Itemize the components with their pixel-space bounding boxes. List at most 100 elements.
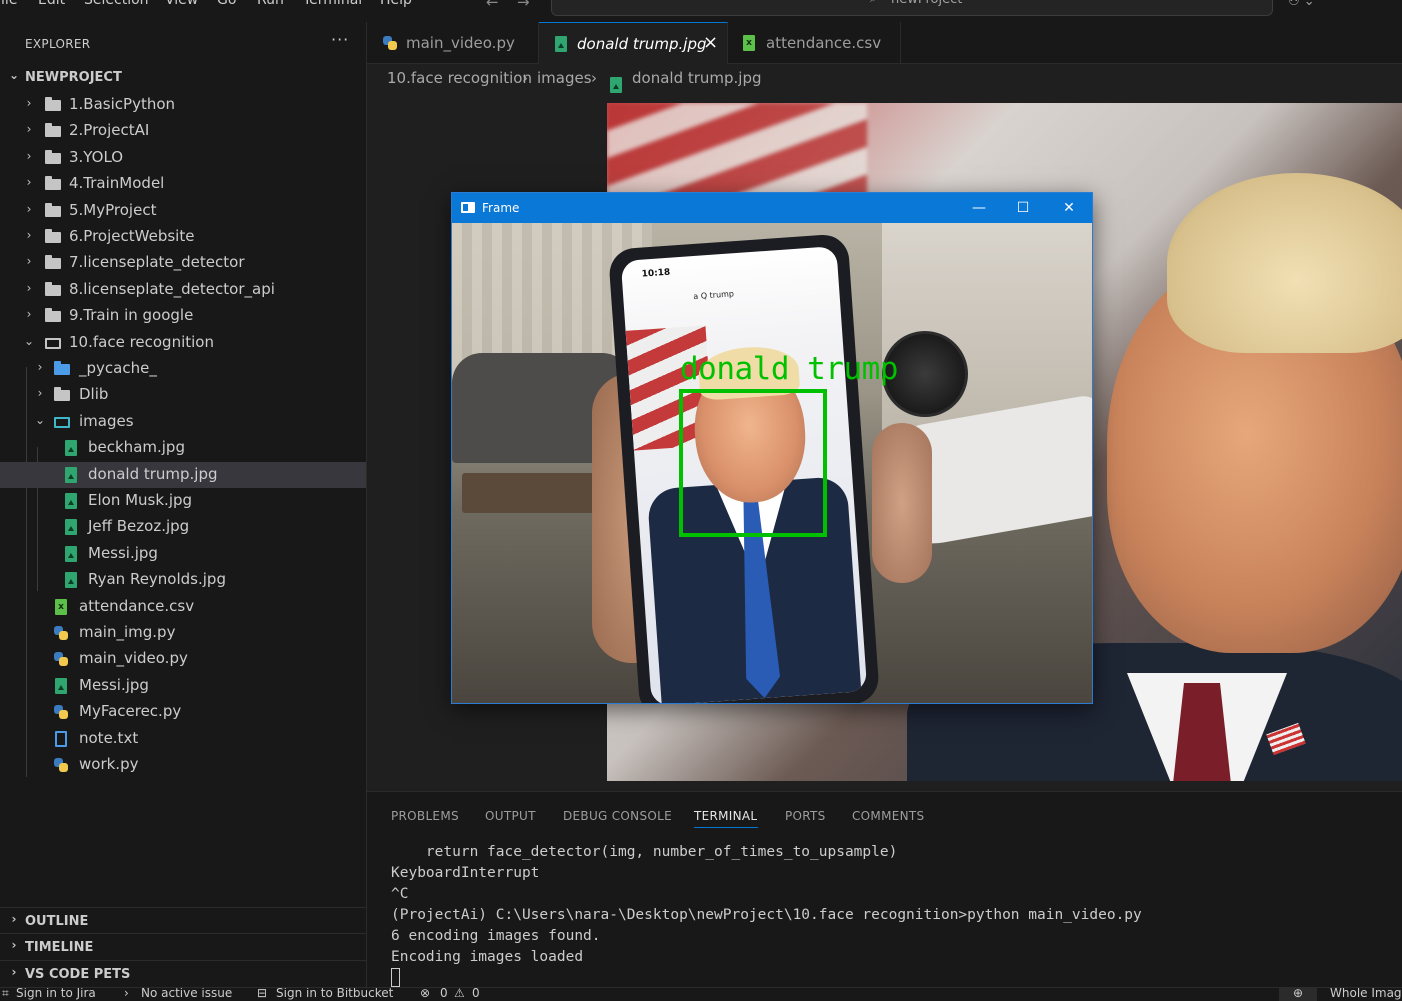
tree-item-myfacerec-py[interactable]: MyFacerec.py (0, 699, 366, 725)
menu-selection[interactable]: Selection (84, 0, 149, 8)
menu-file[interactable]: File (0, 0, 17, 8)
tab-main-video-py[interactable]: main_video.py (367, 22, 539, 64)
tree-item-ryan-reynolds[interactable]: Ryan Reynolds.jpg (0, 567, 366, 593)
tree-item-messi-image[interactable]: Messi.jpg (0, 541, 366, 567)
csv-file-icon: x (741, 35, 757, 51)
menu-help[interactable]: Help (380, 0, 412, 8)
tab-label: attendance.csv (766, 34, 882, 52)
tree-item-label: MyFacerec.py (79, 702, 182, 720)
breadcrumb-folder[interactable]: 10.face recognition (387, 69, 532, 87)
tree-item-train-in-google[interactable]: › 9.Train in google (0, 303, 366, 329)
tab-debug-console[interactable]: DEBUG CONSOLE (563, 809, 672, 823)
tree-item-label: Messi.jpg (79, 676, 149, 694)
chevron-right-icon: › (26, 228, 32, 242)
folder-icon (45, 308, 61, 324)
minimize-icon[interactable]: — (964, 197, 994, 219)
menu-run[interactable]: Run (257, 0, 284, 8)
tree-item-projectai[interactable]: › 2.ProjectAI (0, 118, 366, 144)
tree-item-label: 5.MyProject (69, 201, 157, 219)
tree-item-licenseplate-detector-api[interactable]: › 8.licenseplate_detector_api (0, 277, 366, 303)
menu-terminal[interactable]: Terminal (303, 0, 362, 8)
tree-item-pycache[interactable]: › _pycache_ (0, 356, 366, 382)
opencv-frame-window[interactable]: Frame — ☐ ✕ 10:18 a Q trump donald trump (451, 192, 1093, 704)
frame-title: Frame (482, 201, 520, 215)
breadcrumb: 10.face recognition › images › donald tr… (367, 64, 1402, 94)
tree-item-work-py[interactable]: work.py (0, 752, 366, 778)
section-outline[interactable]: › OUTLINE (0, 907, 366, 933)
tab-donald-trump-jpg[interactable]: donald trump.jpg × (539, 22, 728, 64)
phone-search: a Q trump (693, 289, 735, 302)
status-zoom-mode[interactable]: Whole Image (1330, 988, 1402, 1000)
command-center[interactable]: ⌕ newProject (551, 0, 1273, 16)
tree-item-label: note.txt (79, 729, 139, 747)
tree-item-attendance-csv[interactable]: x attendance.csv (0, 594, 366, 620)
tree-item-yolo[interactable]: › 3.YOLO (0, 145, 366, 171)
project-root[interactable]: ⌄ NEWPROJECT (0, 64, 366, 90)
section-vs-code-pets[interactable]: › VS CODE PETS (0, 960, 366, 986)
tree-item-elon-musk[interactable]: Elon Musk.jpg (0, 488, 366, 514)
tree-item-main-img-py[interactable]: main_img.py (0, 620, 366, 646)
nav-forward-icon[interactable]: → (517, 0, 530, 11)
explorer-sidebar: EXPLORER ··· ⌄ NEWPROJECT › 1.BasicPytho… (0, 22, 367, 987)
image-file-icon (63, 440, 79, 456)
nav-back-icon[interactable]: ← (486, 0, 499, 11)
python-file-icon (53, 625, 69, 641)
tab-ports[interactable]: PORTS (785, 809, 826, 823)
status-bitbucket[interactable]: Sign in to Bitbucket (276, 988, 393, 1000)
close-icon[interactable]: × (703, 32, 718, 53)
tree-item-label: attendance.csv (79, 597, 195, 615)
close-icon[interactable]: ✕ (1054, 197, 1084, 219)
status-jira[interactable]: Sign in to Jira (16, 988, 96, 1000)
tree-item-label: Jeff Bezoz.jpg (88, 517, 190, 535)
tree-item-trainmodel[interactable]: › 4.TrainModel (0, 171, 366, 197)
text-file-icon (53, 731, 69, 747)
warning-icon: ⚠ (454, 987, 465, 1000)
images-folder-icon (54, 414, 70, 430)
image-file-icon (63, 546, 79, 562)
tree-item-myproject[interactable]: › 5.MyProject (0, 198, 366, 224)
tree-item-label: Messi.jpg (88, 544, 158, 562)
tree-item-main-video-py[interactable]: main_video.py (0, 646, 366, 672)
breadcrumb-file[interactable]: donald trump.jpg (632, 69, 762, 87)
maximize-icon[interactable]: ☐ (1008, 197, 1038, 219)
section-timeline[interactable]: › TIMELINE (0, 933, 366, 959)
frame-titlebar[interactable]: Frame — ☐ ✕ (452, 193, 1092, 223)
zoom-icon[interactable]: ⊕ (1279, 988, 1317, 1001)
tab-comments[interactable]: COMMENTS (852, 809, 924, 823)
face-detection-box (679, 389, 827, 537)
menu-view[interactable]: View (165, 0, 198, 8)
tree-item-dlib[interactable]: › Dlib (0, 382, 366, 408)
folder-icon (45, 150, 61, 166)
folder-icon (45, 123, 61, 139)
tree-item-licenseplate-detector[interactable]: › 7.licenseplate_detector (0, 250, 366, 276)
terminal-line: (ProjectAi) C:\Users\nara-\Desktop\newPr… (391, 907, 1142, 923)
chevron-right-icon: › (26, 175, 32, 189)
tree-item-beckham[interactable]: beckham.jpg (0, 435, 366, 461)
tree-item-images[interactable]: ⌄ images (0, 409, 366, 435)
status-issue[interactable]: No active issue (141, 988, 232, 1000)
more-actions-icon[interactable]: ··· (331, 30, 349, 49)
tree-item-donald-trump[interactable]: donald trump.jpg (0, 462, 366, 488)
breadcrumb-images[interactable]: images (537, 69, 592, 87)
status-warnings[interactable]: 0 (472, 988, 480, 1000)
tab-problems[interactable]: PROBLEMS (391, 809, 459, 823)
tree-item-messi-jpg[interactable]: Messi.jpg (0, 673, 366, 699)
tree-item-jeff-bezoz[interactable]: Jeff Bezoz.jpg (0, 514, 366, 540)
terminal-output[interactable]: return face_detector(img, number_of_time… (391, 842, 1391, 990)
tree-item-note-txt[interactable]: note.txt (0, 726, 366, 752)
tree-item-projectwebsite[interactable]: › 6.ProjectWebsite (0, 224, 366, 250)
tab-terminal[interactable]: TERMINAL (694, 809, 757, 823)
tree-item-face-recognition[interactable]: ⌄ 10.face recognition (0, 330, 366, 356)
chevron-down-icon: ⌄ (8, 68, 20, 82)
python-folder-icon (54, 361, 70, 377)
menu-edit[interactable]: Edit (38, 0, 65, 8)
status-errors[interactable]: 0 (440, 988, 448, 1000)
tab-output[interactable]: OUTPUT (485, 809, 536, 823)
image-file-icon (553, 36, 569, 52)
menu-go[interactable]: Go (217, 0, 236, 8)
tab-attendance-csv[interactable]: x attendance.csv (728, 22, 901, 64)
copilot-icon[interactable]: ⚇ ⌄ (1288, 0, 1315, 9)
tree-item-label: 1.BasicPython (69, 95, 176, 113)
bottom-panel: PROBLEMS OUTPUT DEBUG CONSOLE TERMINAL P… (367, 791, 1402, 987)
tree-item-basicpython[interactable]: › 1.BasicPython (0, 92, 366, 118)
